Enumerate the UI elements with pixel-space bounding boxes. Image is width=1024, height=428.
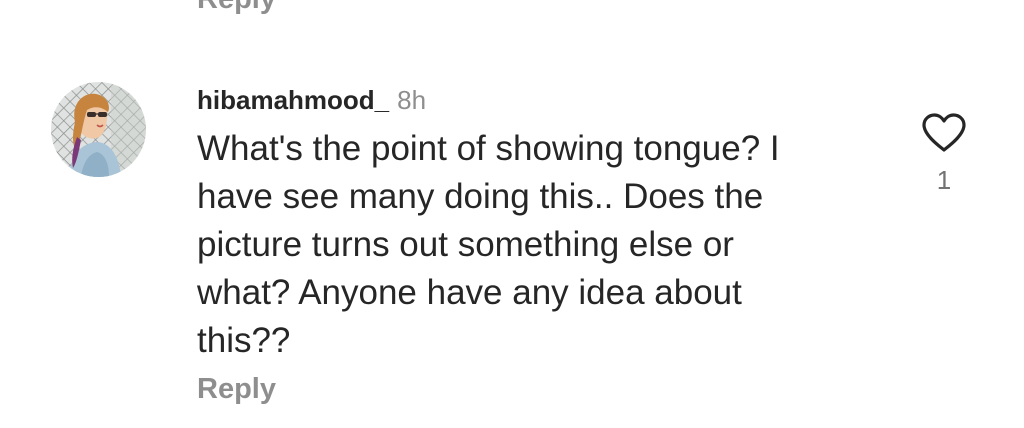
avatar-image — [51, 82, 146, 177]
like-button[interactable] — [920, 112, 968, 154]
comment-text: What's the point of showing tongue? I ha… — [197, 129, 780, 360]
username-link[interactable]: hibamahmood_ — [197, 85, 389, 115]
like-count: 1 — [936, 165, 952, 195]
heart-outline-icon — [922, 113, 966, 152]
comment-item: hibamahmood_ 8h What's the point of showi… — [0, 0, 1024, 428]
reply-button[interactable]: Reply — [197, 370, 276, 408]
comment-header: hibamahmood_ 8h — [197, 84, 426, 116]
comment-timestamp: 8h — [397, 85, 427, 115]
avatar[interactable] — [51, 82, 146, 177]
